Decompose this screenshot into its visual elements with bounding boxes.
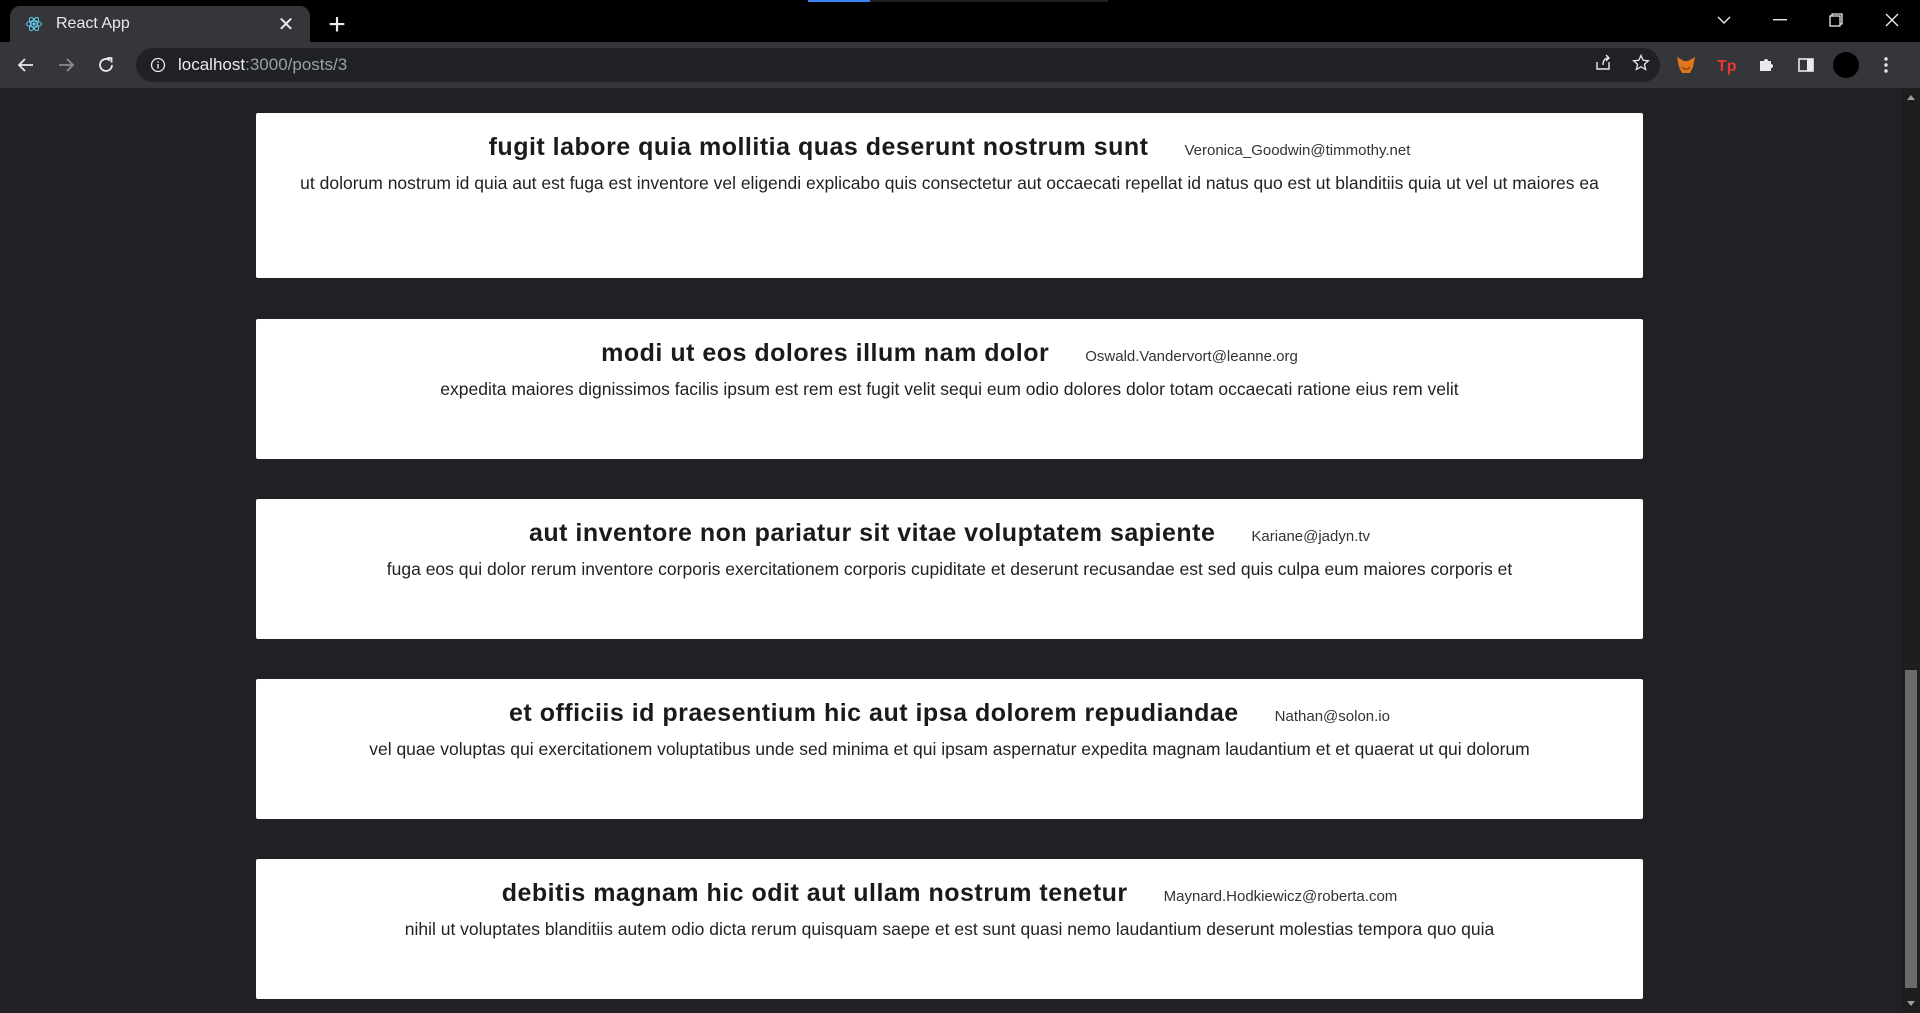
minimize-button[interactable]: [1752, 0, 1808, 40]
scroll-down-arrow-icon[interactable]: [1902, 995, 1920, 1013]
side-panel-icon[interactable]: [1792, 51, 1820, 79]
post-body: vel quae voluptas qui exercitationem vol…: [369, 739, 1530, 759]
site-info-icon[interactable]: [148, 55, 168, 75]
page-viewport: fugit labore quia mollitia quas deserunt…: [0, 88, 1920, 1013]
tab-title: React App: [56, 15, 130, 32]
url-path: :3000/posts/3: [245, 55, 348, 74]
profile-avatar[interactable]: [1832, 51, 1860, 79]
url-text[interactable]: localhost:3000/posts/3: [178, 55, 347, 75]
post-title: et officiis id praesentium hic aut ipsa …: [509, 699, 1239, 727]
tab-search-chevron-icon[interactable]: [1696, 0, 1752, 40]
post-body: ut dolorum nostrum id quia aut est fuga …: [300, 173, 1599, 193]
tab-close-icon[interactable]: ✕: [274, 12, 298, 36]
post-card: modi ut eos dolores illum nam dolor Oswa…: [256, 319, 1643, 459]
post-title: modi ut eos dolores illum nam dolor: [601, 339, 1050, 367]
reload-icon: [99, 57, 113, 72]
post-author-email: Oswald.Vandervort@leanne.org: [1085, 348, 1298, 365]
post-title: debitis magnam hic odit aut ullam nostru…: [501, 879, 1128, 907]
avatar: [1833, 52, 1859, 78]
svg-text:Tp: Tp: [1717, 58, 1737, 75]
metamask-fox-icon[interactable]: [1672, 51, 1700, 79]
post-header: modi ut eos dolores illum nam dolor Oswa…: [296, 339, 1603, 368]
forward-button[interactable]: [48, 47, 84, 83]
extensions-puzzle-icon[interactable]: [1752, 51, 1780, 79]
post-title: aut inventore non pariatur sit vitae vol…: [528, 519, 1216, 547]
top-accent-bar: [808, 0, 1108, 2]
post-card: et officiis id praesentium hic aut ipsa …: [256, 679, 1643, 819]
react-logo-icon: [24, 14, 44, 34]
post-author-email: Maynard.Hodkiewicz@roberta.com: [1163, 888, 1398, 905]
forward-arrow-icon: [59, 58, 75, 72]
top-accent-highlight: [808, 0, 870, 2]
post-body: expedita maiores dignissimos facilis ips…: [440, 379, 1459, 399]
post-header: aut inventore non pariatur sit vitae vol…: [296, 519, 1603, 548]
browser-tab[interactable]: React App ✕: [10, 6, 310, 42]
post-author-email: Nathan@solon.io: [1274, 708, 1390, 725]
browser-titlebar: React App ✕ +: [0, 0, 1920, 42]
post-body: nihil ut voluptates blanditiis autem odi…: [404, 919, 1495, 939]
post-author-email: Kariane@jadyn.tv: [1251, 528, 1371, 545]
browser-toolbar: localhost:3000/posts/3 Tp: [0, 42, 1920, 88]
new-tab-button[interactable]: +: [320, 8, 354, 42]
share-icon[interactable]: [1594, 54, 1612, 77]
post-card: fugit labore quia mollitia quas deserunt…: [256, 113, 1643, 278]
post-card: aut inventore non pariatur sit vitae vol…: [256, 499, 1643, 639]
url-host: localhost: [178, 55, 246, 74]
post-card: debitis magnam hic odit aut ullam nostru…: [256, 859, 1643, 999]
reload-button[interactable]: [88, 47, 124, 83]
post-author-email: Veronica_Goodwin@timmothy.net: [1184, 142, 1411, 159]
scrollbar-thumb[interactable]: [1905, 670, 1917, 988]
back-button[interactable]: [8, 47, 44, 83]
tp-extension-icon[interactable]: Tp: [1712, 51, 1740, 79]
post-header: fugit labore quia mollitia quas deserunt…: [296, 133, 1603, 162]
post-title: fugit labore quia mollitia quas deserunt…: [488, 133, 1149, 161]
extensions-area: Tp: [1672, 42, 1900, 88]
menu-kebab-icon[interactable]: [1872, 51, 1900, 79]
post-header: et officiis id praesentium hic aut ipsa …: [296, 699, 1603, 728]
bookmark-star-icon[interactable]: [1632, 53, 1650, 77]
window-controls: [1696, 0, 1920, 42]
scroll-up-arrow-icon[interactable]: [1902, 88, 1920, 106]
post-header: debitis magnam hic odit aut ullam nostru…: [296, 879, 1603, 908]
back-arrow-icon: [17, 58, 33, 72]
close-window-button[interactable]: [1864, 0, 1920, 40]
address-bar[interactable]: localhost:3000/posts/3: [136, 48, 1660, 82]
restore-button[interactable]: [1808, 0, 1864, 40]
post-body: fuga eos qui dolor rerum inventore corpo…: [386, 559, 1513, 579]
vertical-scrollbar[interactable]: [1902, 88, 1920, 1013]
